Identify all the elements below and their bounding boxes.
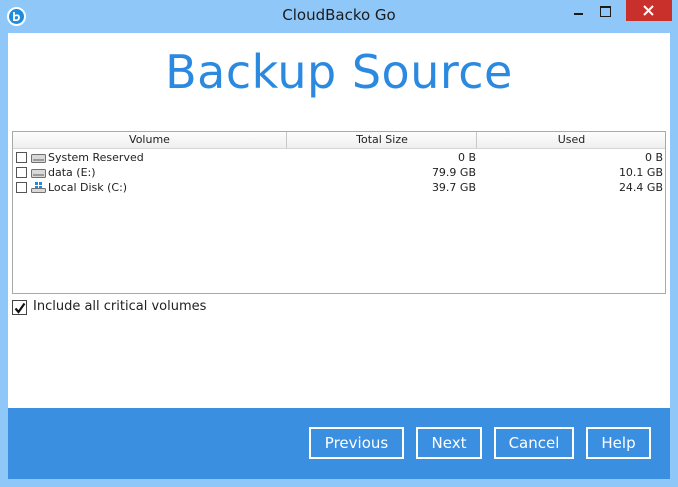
drive-icon — [31, 169, 46, 178]
include-critical-label[interactable]: Include all critical volumes — [33, 299, 206, 314]
cancel-button[interactable]: Cancel — [494, 427, 574, 459]
close-icon — [643, 5, 654, 16]
volume-used: 0 B — [644, 151, 663, 164]
volume-total-size: 0 B — [457, 151, 476, 164]
next-button[interactable]: Next — [416, 427, 482, 459]
column-header-total-size[interactable]: Total Size — [288, 132, 477, 148]
table-row[interactable]: System Reserved 0 B 0 B — [13, 150, 665, 166]
volume-checkbox[interactable] — [16, 152, 27, 163]
volume-total-size: 39.7 GB — [431, 181, 476, 194]
include-critical-checkbox[interactable] — [12, 300, 27, 315]
volume-table: Volume Total Size Used System Reserved 0… — [12, 131, 666, 294]
system-drive-icon — [31, 182, 46, 193]
checkmark-icon — [14, 302, 26, 314]
client-area: Backup Source Volume Total Size Used Sys… — [8, 33, 670, 479]
previous-button[interactable]: Previous — [309, 427, 404, 459]
column-header-volume[interactable]: Volume — [13, 132, 287, 148]
app-window: CloudBacko Go Backup Source Volume Total… — [0, 0, 678, 487]
volume-checkbox[interactable] — [16, 167, 27, 178]
volume-checkbox[interactable] — [16, 182, 27, 193]
volume-used: 24.4 GB — [618, 181, 663, 194]
drive-icon — [31, 154, 46, 163]
volume-name: Local Disk (C:) — [48, 181, 128, 194]
table-row[interactable]: data (E:) 79.9 GB 10.1 GB — [13, 165, 665, 181]
minimize-button[interactable] — [565, 0, 591, 22]
table-header: Volume Total Size Used — [13, 132, 665, 149]
maximize-button[interactable] — [592, 0, 618, 22]
volume-name: System Reserved — [48, 151, 144, 164]
column-header-used[interactable]: Used — [478, 132, 665, 148]
close-button[interactable] — [626, 0, 672, 21]
button-bar: Previous Next Cancel Help — [8, 408, 670, 479]
volume-total-size: 79.9 GB — [431, 166, 476, 179]
volume-name: data (E:) — [48, 166, 96, 179]
volume-used: 10.1 GB — [618, 166, 663, 179]
table-row[interactable]: Local Disk (C:) 39.7 GB 24.4 GB — [13, 180, 665, 196]
page-title: Backup Source — [165, 45, 513, 99]
title-bar[interactable]: CloudBacko Go — [0, 0, 678, 33]
help-button[interactable]: Help — [586, 427, 651, 459]
